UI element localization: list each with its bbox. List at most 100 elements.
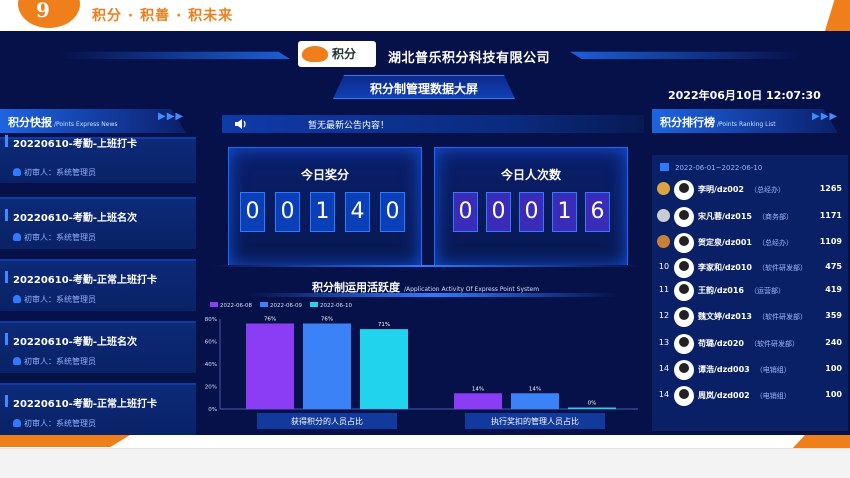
avatar [674, 307, 694, 327]
brand-logo: 9 [18, 0, 80, 28]
news-bar [5, 135, 8, 147]
ranking-list[interactable]: 2022-06-01~2022-06-10 李明/dz002 （总经办） 1265 宋… [652, 155, 848, 431]
avatar [674, 334, 694, 354]
user-icon [13, 357, 21, 365]
bar-value-label: 14% [529, 386, 541, 392]
rank-score: 1109 [819, 237, 842, 246]
department: （电销组） [755, 366, 791, 374]
employee-name: 宋凡蓉/dz015 [698, 212, 753, 221]
list-item[interactable]: 20220610-考勤-上班打卡 初审人：系统管理员 [0, 135, 196, 183]
today-people-label: 今日人次数 [500, 168, 561, 182]
department: （软件研发部） [758, 313, 808, 321]
digit: 6 [585, 192, 610, 232]
avatar [674, 180, 694, 200]
department: （软件研发部） [758, 264, 808, 272]
department: （商务部） [758, 213, 794, 221]
avatar [674, 360, 694, 380]
medal-icon [657, 182, 670, 195]
employee-name: 周岚/dzd002 [698, 391, 750, 400]
bar [454, 393, 502, 409]
news-item-title: 20220610-考勤-正常上班打卡 [13, 275, 157, 286]
table-row[interactable]: 贺定泉/dz001 （总经办） 1109 [652, 230, 848, 256]
calendar-icon [660, 163, 669, 171]
list-item[interactable]: 20220610-考勤-正常上班打卡 初审人：系统管理员 [0, 259, 196, 311]
user-icon [13, 295, 21, 303]
table-row[interactable]: 12 魏文婷/dz013 （软件研发部） 359 [652, 304, 848, 330]
rank-score: 1265 [819, 184, 842, 193]
digit: 4 [345, 192, 370, 232]
reviewer-text: 初审人：系统管理员 [24, 357, 96, 366]
rank-name: 周岚/dzd002 （电销组） [698, 390, 791, 401]
user-icon [13, 233, 21, 241]
legend-label: 2022-06-09 [270, 303, 302, 309]
ranking-panel-title: 积分排行榜/Points Ranking List [652, 109, 838, 133]
arrows-icon: ▶▶▶ [812, 111, 839, 122]
screen-title: 积分制管理数据大屏 [369, 82, 478, 96]
rank-name: 贺定泉/dz001 （总经办） [698, 237, 793, 248]
y-tick-label: 40% [205, 362, 217, 368]
rank-name: 李家和/dz010 （软件研发部） [698, 262, 807, 273]
news-title-label: 积分快报 [8, 116, 52, 129]
top-banner: 9 积分 · 积善 · 积未来 [0, 0, 850, 34]
list-item[interactable]: 20220610-考勤-上班名次 初审人：系统管理员 [0, 321, 196, 373]
company-logo: 积分 [298, 41, 376, 67]
category-label: 执行奖扣的管理人员占比 [491, 416, 579, 426]
list-item[interactable]: 20220610-考勤-正常上班打卡 初审人：系统管理员 [0, 383, 196, 435]
today-points-counter: 今日奖分 0 0 1 4 0 [228, 147, 422, 267]
slogan-text: 积分 · 积善 · 积未来 [92, 8, 234, 24]
date-range-text: 2022-06-01~2022-06-10 [675, 164, 763, 172]
table-row[interactable]: 宋凡蓉/dz015 （商务部） 1171 [652, 204, 848, 230]
avatar [674, 386, 694, 406]
legend-swatch [310, 302, 318, 307]
digit: 0 [486, 192, 511, 232]
rank-score: 100 [825, 390, 842, 399]
reviewer-text: 初审人：系统管理员 [24, 295, 96, 304]
news-bar [5, 209, 8, 221]
reviewer-text: 初审人：系统管理员 [24, 168, 96, 177]
rank-number: 10 [658, 262, 670, 271]
page-root: 9 积分 · 积善 · 积未来 积分 湖北普乐积分科技有限公司 积分制管理数据大… [0, 0, 850, 478]
notice-text: 暂无最新公告内容！ [308, 121, 390, 131]
fox-icon [302, 46, 328, 62]
company-logo-text: 积分 [332, 47, 357, 61]
today-people-counter: 今日人次数 0 0 0 1 6 [434, 147, 628, 267]
department: （电销组） [755, 392, 791, 400]
rank-name: 李明/dz002 （总经办） [698, 184, 785, 195]
medal-icon [657, 209, 670, 222]
y-tick-label: 20% [205, 385, 217, 391]
rank-number: 11 [658, 285, 670, 294]
news-item-reviewer: 初审人：系统管理员 [13, 232, 96, 243]
ranking-date-range: 2022-06-01~2022-06-10 [660, 163, 762, 172]
news-item-title: 20220610-考勤-正常上班打卡 [13, 399, 157, 410]
news-item-reviewer: 初审人：系统管理员 [13, 167, 96, 178]
table-row[interactable]: 李明/dz002 （总经办） 1265 [652, 177, 848, 203]
today-points-label: 今日奖分 [300, 168, 349, 182]
avatar [674, 233, 694, 253]
rank-name: 魏文婷/dz013 （软件研发部） [698, 311, 807, 322]
list-item[interactable]: 20220610-考勤-上班名次 初审人：系统管理员 [0, 197, 196, 249]
table-row[interactable]: 14 周岚/dzd002 （电销组） 100 [652, 383, 848, 409]
rank-number: 12 [658, 311, 670, 320]
employee-name: 王韵/dz016 [698, 286, 745, 295]
legend-label: 2022-06-10 [320, 303, 352, 309]
header-line-left [60, 51, 290, 59]
user-icon [13, 168, 21, 176]
y-tick-label: 80% [205, 317, 217, 323]
department: （总经办） [758, 239, 794, 247]
news-item-title: 20220610-考勤-上班名次 [13, 213, 137, 224]
bar-value-label: 76% [321, 317, 333, 323]
department: （总经办） [750, 186, 786, 194]
avatar [674, 207, 694, 227]
header-line-right [570, 51, 800, 59]
department: （运营部） [750, 287, 786, 295]
brand-logo-mark: 9 [36, 0, 50, 22]
employee-name: 苟璐/dz020 [698, 339, 745, 348]
rank-name: 宋凡蓉/dz015 （商务部） [698, 211, 793, 222]
table-row[interactable]: 14 谭浩/dzd003 （电销组） 100 [652, 357, 848, 383]
user-icon [13, 419, 21, 427]
table-row[interactable]: 13 苟璐/dz020 （软件研发部） 240 [652, 331, 848, 357]
table-row[interactable]: 11 王韵/dz016 （运营部） 419 [652, 278, 848, 304]
y-tick-label: 0% [208, 407, 217, 413]
digit: 0 [519, 192, 544, 232]
digit: 0 [275, 192, 300, 232]
